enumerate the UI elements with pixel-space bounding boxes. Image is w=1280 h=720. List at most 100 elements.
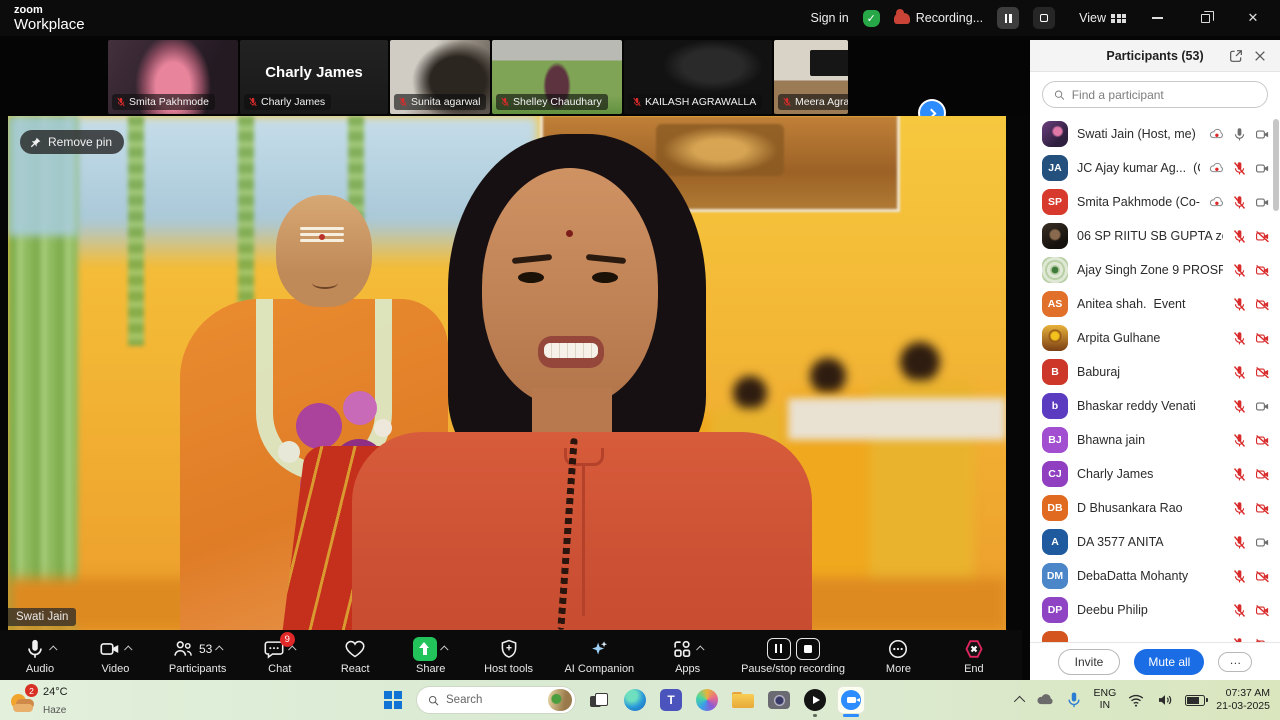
participant-row[interactable]: b Bhaskar reddy Venati: [1030, 389, 1280, 423]
popout-panel-icon[interactable]: [1228, 48, 1244, 64]
mic-icon: [24, 638, 46, 660]
participant-row[interactable]: A DA 3577 ANITA: [1030, 525, 1280, 559]
participant-row[interactable]: 06 SP RIITU SB GUPTA zone 10: [1030, 219, 1280, 253]
participant-name: Bhawna jain: [1077, 433, 1145, 447]
search-input[interactable]: [1072, 88, 1257, 102]
close-button[interactable]: ✕: [1236, 5, 1270, 31]
mute-all-button[interactable]: Mute all: [1134, 649, 1204, 675]
video-tile[interactable]: Shelley Chaudhary: [492, 40, 622, 114]
host-tools-button[interactable]: Host tools: [484, 636, 533, 675]
apps-options-caret[interactable]: [696, 645, 704, 653]
zoom-app-icon[interactable]: [838, 687, 864, 713]
participant-name: Smita Pakhmode (Co-host): [1077, 195, 1200, 209]
audio-options-caret[interactable]: [49, 645, 57, 653]
security-shield-icon[interactable]: ✓: [863, 10, 880, 27]
remove-pin-button[interactable]: Remove pin: [20, 130, 124, 154]
audio-button[interactable]: Audio: [18, 636, 62, 675]
video-button[interactable]: Video: [93, 636, 137, 675]
taskbar-clock[interactable]: 07:37 AM21-03-2025: [1216, 687, 1270, 713]
camera-app-icon[interactable]: [766, 687, 792, 713]
participant-row[interactable]: [1030, 627, 1280, 642]
minimize-button[interactable]: [1140, 5, 1174, 31]
camera-off-icon: [1255, 467, 1270, 482]
participant-name: D Bhusankara Rao: [1077, 501, 1183, 515]
participant-row[interactable]: Swati Jain (Host, me): [1030, 117, 1280, 151]
participants-button[interactable]: 53 Participants: [169, 636, 226, 675]
participant-name: Arpita Gulhane: [1077, 331, 1160, 345]
share-options-caret[interactable]: [440, 645, 448, 653]
participant-row[interactable]: DP Deebu Philip: [1030, 593, 1280, 627]
taskbar-search-box[interactable]: Search: [416, 686, 576, 714]
video-tile[interactable]: KAILASH AGRAWALLA: [624, 40, 772, 114]
chat-options-caret[interactable]: [288, 645, 296, 653]
camera-off-icon: [1255, 501, 1270, 516]
participant-search-box[interactable]: [1042, 81, 1268, 108]
mic-muted-icon: [1232, 569, 1247, 584]
pause-recording-toolbar-button[interactable]: [767, 638, 791, 660]
restore-button[interactable]: [1188, 5, 1222, 31]
tray-mic-icon[interactable]: [1065, 691, 1083, 709]
file-explorer-icon[interactable]: [730, 687, 756, 713]
muted-mic-icon: [248, 97, 258, 107]
camera-off-icon: [1255, 365, 1270, 380]
media-player-icon[interactable]: [802, 687, 828, 713]
video-tile[interactable]: Charly James Charly James: [240, 40, 388, 114]
video-tile[interactable]: Sunita agarwal: [390, 40, 490, 114]
participant-row[interactable]: Arpita Gulhane: [1030, 321, 1280, 355]
participant-row[interactable]: JA JC Ajay kumar Ag...(Co-host): [1030, 151, 1280, 185]
participants-options-caret[interactable]: [215, 645, 223, 653]
mic-muted-icon: [1232, 603, 1247, 618]
mic-muted-icon: [1232, 365, 1247, 380]
stop-recording-toolbar-button[interactable]: [796, 638, 820, 660]
participant-row[interactable]: Ajay Singh Zone 9 PROSPERITA ...: [1030, 253, 1280, 287]
chat-button[interactable]: 9 Chat: [258, 636, 302, 675]
participants-scrollbar[interactable]: [1273, 119, 1279, 211]
end-meeting-button[interactable]: End: [952, 636, 996, 675]
speaker-face: [482, 168, 658, 406]
task-view-button[interactable]: [586, 687, 612, 713]
stop-recording-button[interactable]: [1033, 7, 1055, 29]
video-options-caret[interactable]: [124, 645, 132, 653]
close-panel-icon[interactable]: [1252, 48, 1268, 64]
participant-row[interactable]: CJ Charly James: [1030, 457, 1280, 491]
edge-browser-icon[interactable]: [622, 687, 648, 713]
participant-row[interactable]: AS Anitea shah.Event: [1030, 287, 1280, 321]
participant-name: Anitea shah.: [1077, 297, 1147, 311]
hidden-icons-chevron[interactable]: [1013, 696, 1024, 707]
taskbar-weather-widget[interactable]: 2 24°C Haze: [10, 682, 260, 718]
speaker-icon[interactable]: [1156, 691, 1174, 709]
shield-icon: [498, 638, 520, 660]
participant-name: DA 3577 ANITA: [1077, 535, 1164, 549]
share-button[interactable]: Share: [409, 636, 453, 675]
participant-row[interactable]: DB D Bhusankara Rao: [1030, 491, 1280, 525]
start-button[interactable]: [380, 687, 406, 713]
participants-panel: Participants (53) Swati Jain (Host, me): [1030, 40, 1280, 680]
video-tile[interactable]: Smita Pakhmode: [108, 40, 238, 114]
ai-companion-button[interactable]: AI Companion: [564, 636, 634, 675]
view-grid-icon: [1111, 14, 1126, 24]
participant-row[interactable]: SP Smita Pakhmode (Co-host): [1030, 185, 1280, 219]
react-button[interactable]: React: [333, 636, 377, 675]
participant-row[interactable]: DM DebaDatta Mohanty: [1030, 559, 1280, 593]
more-button[interactable]: More: [876, 636, 920, 675]
participant-row[interactable]: BJ Bhawna jain: [1030, 423, 1280, 457]
panel-more-button[interactable]: …: [1218, 652, 1252, 672]
pause-recording-button[interactable]: [997, 7, 1019, 29]
video-tile[interactable]: Meera Agrawal: [774, 40, 848, 114]
avatar: b: [1042, 393, 1068, 419]
heart-icon: [344, 638, 366, 660]
teams-icon[interactable]: T: [658, 687, 684, 713]
participant-name: Bhaskar reddy Venati: [1077, 399, 1196, 413]
avatar: [1042, 257, 1068, 283]
avatar: AS: [1042, 291, 1068, 317]
sign-in-button[interactable]: Sign in: [810, 11, 848, 25]
wifi-icon[interactable]: [1127, 691, 1145, 709]
onedrive-icon[interactable]: [1036, 691, 1054, 709]
participant-row[interactable]: B Baburaj: [1030, 355, 1280, 389]
battery-icon[interactable]: [1185, 695, 1205, 706]
invite-button[interactable]: Invite: [1058, 649, 1121, 675]
language-indicator[interactable]: ENGIN: [1094, 688, 1117, 711]
copilot-icon[interactable]: [694, 687, 720, 713]
view-menu-button[interactable]: View: [1079, 11, 1126, 25]
apps-button[interactable]: Apps: [666, 636, 710, 675]
